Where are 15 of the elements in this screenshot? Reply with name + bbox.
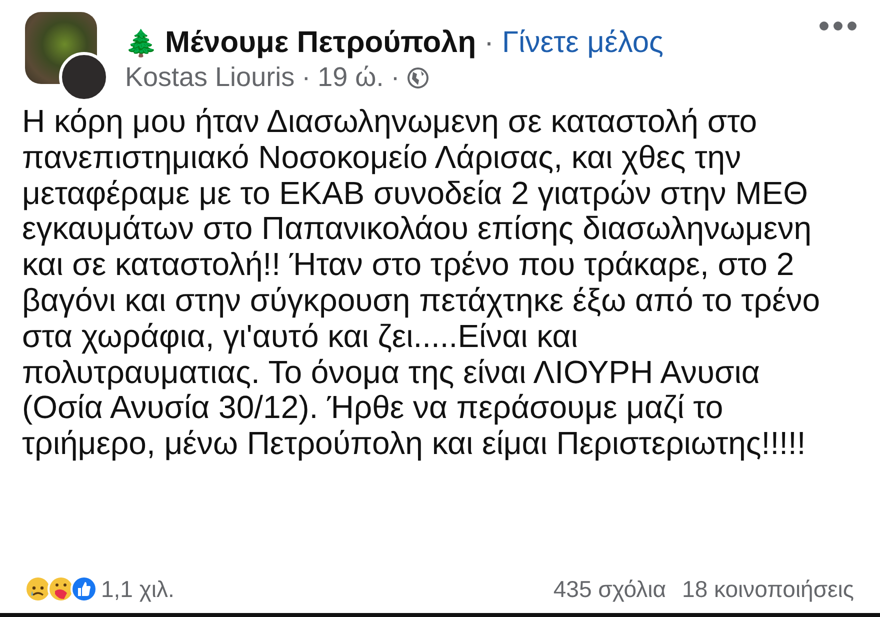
comment-count[interactable]: 435 σχόλια <box>553 576 666 602</box>
like-reaction-icon <box>70 575 98 603</box>
separator: · <box>302 62 311 93</box>
globe-icon <box>406 66 429 88</box>
post-time[interactable]: 19 ώ. <box>318 62 384 93</box>
reaction-count[interactable]: 1,1 χιλ. <box>101 576 174 602</box>
share-count[interactable]: 18 κοινοποιήσεις <box>682 576 854 602</box>
separator: · <box>484 26 494 60</box>
more-icon[interactable] <box>818 20 858 32</box>
tree-emoji: 🌲 <box>125 28 157 59</box>
author-name[interactable]: Kostas Liouris <box>125 62 295 93</box>
post-text: Η κόρη μου ήταν Διασωληνωμενη σε καταστολή στο πανεπιστημιακό Νοσοκομείο Λάρισας, και χθες την μεταφέραμε με το ΕΚΑΒ συνοδεία 2 γιατρών στην ΜΕΘ εγκαυμάτων στο Παπανικολάου επίσης διασωληνωμενη και σε καταστολή!! Ήταν στο τρένο που τράκαρε, στο 2 βαγόνι και στην σύγκρουση πετάχτηκε έξω από το τρένο στα χωράφια, γι'αυτό και ζει.....Είναι και πολυτραυματιας. Το όνομα της είναι ΛΙΟΥΡΗ Ανυσια (Οσία Ανυσία 30/12). Ήρθε να περάσουμε μαζί το τριήμερο, μένω Πετρούπολη και είμαι Περιστεριωτης!!!!! <box>22 104 822 462</box>
separator: · <box>390 62 400 93</box>
join-link[interactable]: Γίνετε μέλος <box>502 26 664 60</box>
group-name[interactable]: Μένουμε Πετρούπολη <box>165 26 476 60</box>
